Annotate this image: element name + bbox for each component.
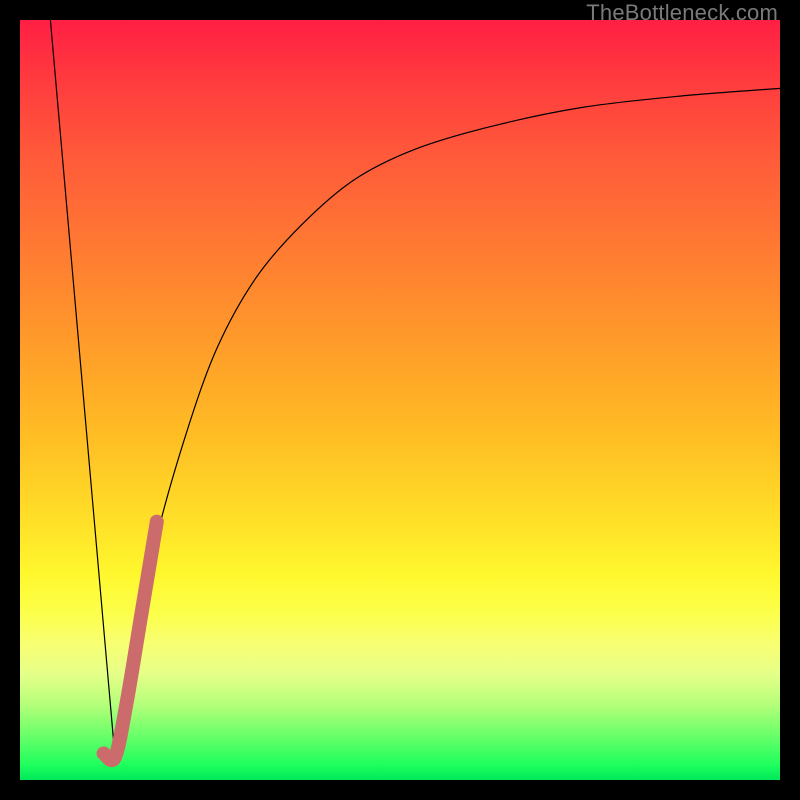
chart-svg [20, 20, 780, 780]
chart-frame: TheBottleneck.com [0, 0, 800, 800]
curve-left-descent [50, 20, 115, 757]
curve-right-saturating [115, 88, 780, 757]
